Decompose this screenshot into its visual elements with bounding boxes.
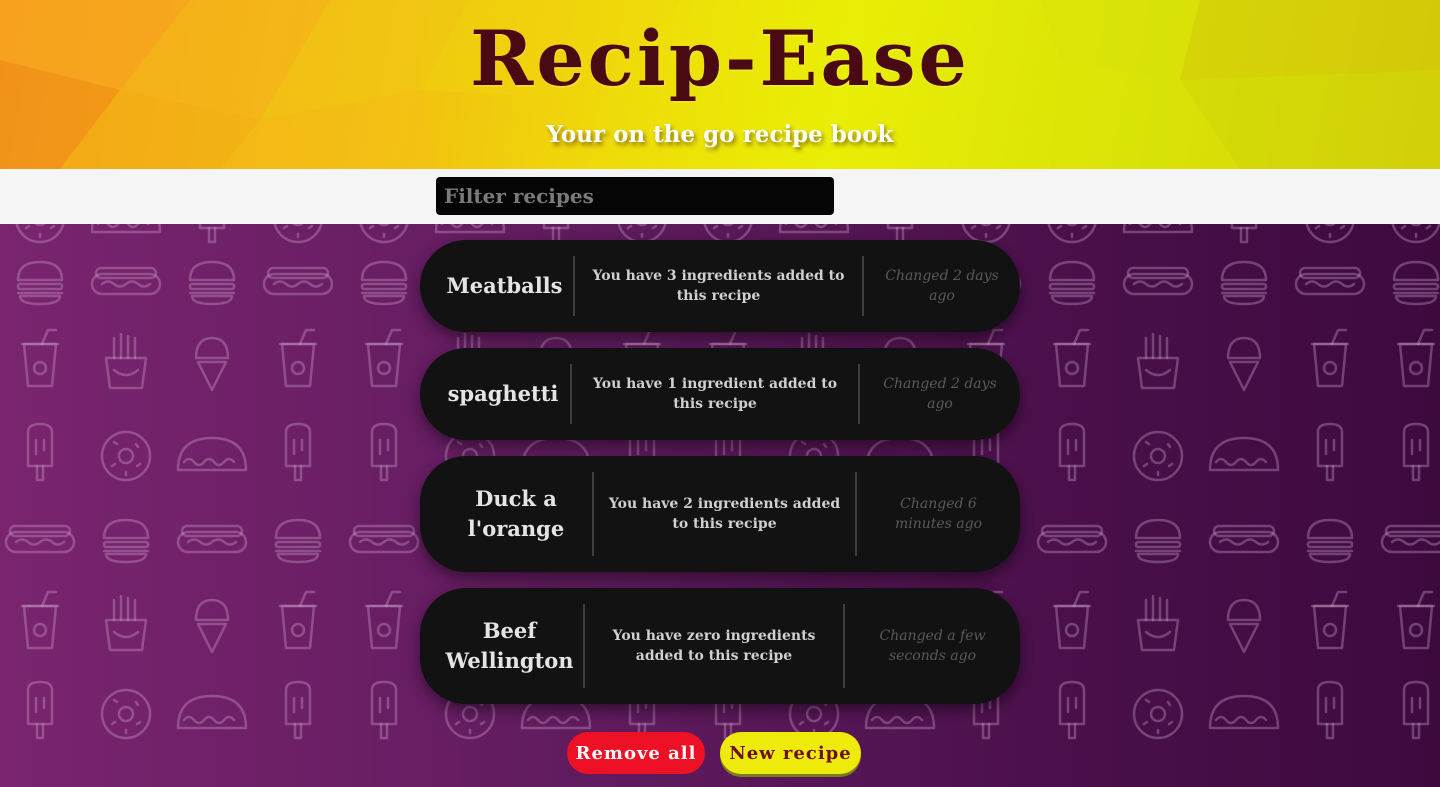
hotdog-icon	[4, 524, 76, 554]
recipe-ingredients-summary: You have zero ingredients added to this …	[612, 628, 816, 664]
taco-icon	[176, 436, 248, 472]
popsicle-icon	[1058, 680, 1086, 740]
hotdog-icon	[348, 524, 420, 554]
app-title: Recip-Ease	[470, 14, 970, 103]
popsicle-icon	[284, 422, 312, 482]
ice-cream-icon	[1226, 598, 1262, 654]
hotdog-icon	[262, 266, 334, 296]
soda-cup-icon	[20, 328, 60, 388]
hotdog-icon	[1122, 266, 1194, 296]
hotdog-icon	[90, 266, 162, 296]
filter-recipes-input[interactable]	[436, 177, 834, 215]
taco-icon	[434, 224, 506, 234]
recipe-ingredients-summary: You have 1 ingredient added to this reci…	[592, 376, 838, 412]
taco-icon	[90, 224, 162, 234]
donut-icon	[15, 224, 65, 244]
soda-cup-icon	[278, 328, 318, 388]
soda-cup-icon	[1396, 590, 1436, 650]
header: Recip-Ease Your on the go recipe book	[0, 0, 1440, 169]
recipe-list-area: Meatballs You have 3 ingredients added t…	[0, 224, 1440, 787]
recipe-changed-time: Changed 6 minutes ago	[894, 496, 983, 532]
soda-cup-icon	[1052, 590, 1092, 650]
burger-icon	[102, 518, 150, 564]
remove-all-button[interactable]: Remove all	[567, 732, 705, 774]
popsicle-icon	[1316, 680, 1344, 740]
new-recipe-button[interactable]: New recipe	[720, 732, 861, 774]
popsicle-icon	[370, 422, 398, 482]
app-subtitle: Your on the go recipe book	[546, 121, 894, 148]
burger-icon	[274, 518, 322, 564]
soda-cup-icon	[364, 328, 404, 388]
recipe-name[interactable]: Duck a l'orange	[420, 484, 592, 544]
ice-cream-icon	[1226, 336, 1262, 392]
donut-icon	[100, 430, 152, 482]
hotdog-icon	[1036, 524, 1108, 554]
recipe-card[interactable]: Duck a l'orange You have 2 ingredients a…	[420, 456, 1020, 572]
popsicle-icon	[1402, 422, 1430, 482]
soda-cup-icon	[1310, 328, 1350, 388]
soda-cup-icon	[1310, 590, 1350, 650]
recipe-changed-time: Changed a few seconds ago	[879, 628, 986, 664]
popsicle-icon	[1230, 224, 1258, 244]
recipe-ingredients-summary: You have 3 ingredients added to this rec…	[592, 268, 845, 304]
popsicle-icon	[26, 422, 54, 482]
donut-icon	[1047, 224, 1097, 244]
taco-icon	[778, 224, 850, 234]
ice-cream-icon	[194, 336, 230, 392]
burger-icon	[1392, 260, 1440, 306]
donut-icon	[1391, 224, 1440, 244]
taco-icon	[1208, 694, 1280, 730]
hotdog-icon	[1380, 524, 1440, 554]
popsicle-icon	[26, 680, 54, 740]
donut-icon	[1132, 688, 1184, 740]
soda-cup-icon	[1052, 328, 1092, 388]
burger-icon	[1134, 518, 1182, 564]
popsicle-icon	[284, 680, 312, 740]
fries-icon	[1136, 594, 1180, 652]
recipe-changed-time: Changed 2 days ago	[883, 376, 997, 412]
soda-cup-icon	[364, 590, 404, 650]
burger-icon	[360, 260, 408, 306]
soda-cup-icon	[278, 590, 318, 650]
recipe-card[interactable]: Beef Wellington You have zero ingredient…	[420, 588, 1020, 704]
popsicle-icon	[1316, 422, 1344, 482]
fries-icon	[1136, 332, 1180, 390]
hotdog-icon	[176, 524, 248, 554]
hotdog-icon	[1208, 524, 1280, 554]
burger-icon	[1306, 518, 1354, 564]
burger-icon	[188, 260, 236, 306]
recipe-changed-time: Changed 2 days ago	[885, 268, 999, 304]
taco-icon	[1122, 224, 1194, 234]
popsicle-icon	[1058, 422, 1086, 482]
recipe-card[interactable]: Meatballs You have 3 ingredients added t…	[420, 240, 1020, 332]
donut-icon	[1305, 224, 1355, 244]
donut-icon	[1132, 430, 1184, 482]
taco-icon	[1208, 436, 1280, 472]
recipe-card[interactable]: spaghetti You have 1 ingredient added to…	[420, 348, 1020, 440]
taco-icon	[176, 694, 248, 730]
donut-icon	[100, 688, 152, 740]
ice-cream-icon	[194, 598, 230, 654]
burger-icon	[1220, 260, 1268, 306]
donut-icon	[359, 224, 409, 244]
fries-icon	[104, 594, 148, 652]
burger-icon	[16, 260, 64, 306]
recipe-name[interactable]: Beef Wellington	[420, 616, 583, 676]
recipe-ingredients-summary: You have 2 ingredients added to this rec…	[608, 496, 841, 532]
hotdog-icon	[1294, 266, 1366, 296]
popsicle-icon	[198, 224, 226, 244]
soda-cup-icon	[20, 590, 60, 650]
burger-icon	[1048, 260, 1096, 306]
popsicle-icon	[1402, 680, 1430, 740]
filter-bar	[0, 169, 1440, 224]
soda-cup-icon	[1396, 328, 1436, 388]
fries-icon	[104, 332, 148, 390]
popsicle-icon	[370, 680, 398, 740]
recipe-name[interactable]: spaghetti	[420, 379, 570, 409]
donut-icon	[273, 224, 323, 244]
recipe-name[interactable]: Meatballs	[420, 271, 573, 301]
